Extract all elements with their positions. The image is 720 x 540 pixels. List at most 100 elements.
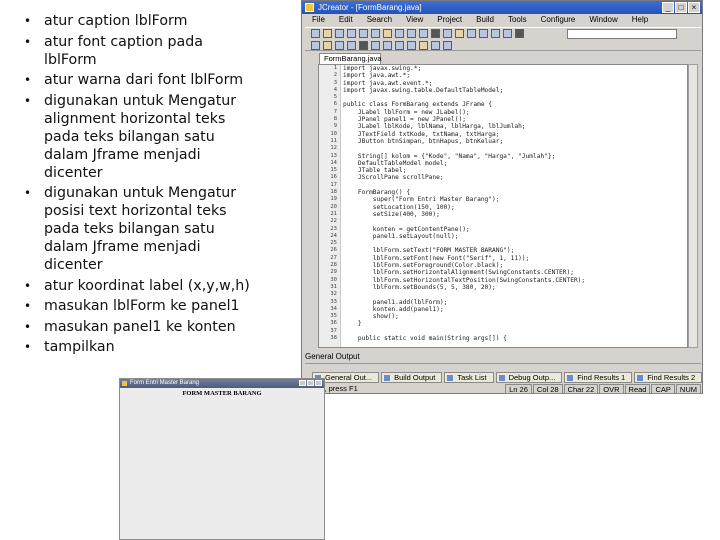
line-number: 36 — [330, 320, 337, 327]
menu-window[interactable]: Window — [589, 14, 617, 26]
save-icon[interactable] — [335, 29, 344, 38]
tab-build-output[interactable]: Build Output — [381, 372, 443, 383]
toolbar-search-input[interactable] — [567, 29, 677, 39]
bullet-item: • atur caption lblForm — [24, 13, 188, 29]
redo-icon[interactable] — [407, 29, 416, 38]
binoculars-icon[interactable] — [515, 29, 524, 38]
compile-icon[interactable] — [431, 29, 440, 38]
preview-maximize-icon[interactable] — [307, 380, 314, 386]
indent-icon[interactable] — [479, 29, 488, 38]
cut-icon[interactable] — [359, 29, 368, 38]
line-number: 6 — [333, 101, 337, 108]
line-number: 27 — [330, 254, 337, 261]
line-number: 25 — [330, 240, 337, 247]
status-line: Ln 26 — [505, 384, 532, 394]
line-number: 3 — [333, 79, 337, 86]
code-line: } — [343, 320, 362, 328]
execute-icon[interactable] — [443, 29, 452, 38]
line-number-gutter: 1 2 3 4 5 6 7 8 9 10 11 12 13 14 15 16 17 18 19 20 21 22 23 24 2… — [319, 65, 341, 347]
menu-search[interactable]: Search — [367, 14, 392, 26]
line-number: 11 — [330, 137, 337, 144]
comment-icon[interactable] — [503, 29, 512, 38]
line-number: 23 — [330, 225, 337, 232]
toolbar-row-2 — [305, 41, 701, 52]
code-line: panel1.add(lblForm); — [343, 298, 448, 306]
stop-icon[interactable] — [359, 41, 368, 50]
code-line: DefaultTableModel model; — [343, 159, 448, 167]
breakpoint-icon[interactable] — [419, 41, 428, 50]
step-over-icon[interactable] — [395, 41, 404, 50]
copy-icon[interactable] — [371, 29, 380, 38]
menu-help[interactable]: Help — [632, 14, 648, 26]
line-number: 2 — [333, 72, 337, 79]
line-number: 19 — [330, 196, 337, 203]
code-line: FormBarang() { — [343, 189, 411, 197]
tab-debug-output[interactable]: Debug Outp... — [495, 372, 563, 383]
bullet-item: • atur koordinat label (x,y,w,h) — [24, 277, 250, 294]
tools-icon[interactable] — [443, 41, 452, 50]
status-col: Col 28 — [532, 384, 563, 394]
tab-find-results-1[interactable]: Find Results 1 — [564, 372, 633, 383]
bullet-item: • atur font caption pada lblForm — [24, 33, 203, 68]
code-line: import java.awt.event.*; — [343, 79, 433, 87]
file-tab[interactable]: FormBarang.java — [319, 53, 382, 64]
line-number: 8 — [333, 116, 337, 123]
menu-project[interactable]: Project — [437, 14, 462, 26]
line-number: 17 — [330, 181, 337, 188]
line-number: 38 — [330, 334, 337, 341]
bullet-item: • digunakan untuk Mengatur alignment hori… — [24, 92, 237, 181]
tab-task-list[interactable]: Task List — [444, 372, 494, 383]
code-line: public class FormBarang extends JFrame { — [343, 101, 493, 109]
watch-icon[interactable] — [431, 41, 440, 50]
code-line: super("Form Entri Master Barang"); — [343, 196, 500, 204]
find-icon[interactable] — [419, 29, 428, 38]
preview-close-icon[interactable] — [315, 380, 322, 386]
bookmark-icon[interactable] — [467, 29, 476, 38]
line-number: 29 — [330, 269, 337, 276]
open-file-icon[interactable] — [323, 29, 332, 38]
code-editor[interactable]: 1 2 3 4 5 6 7 8 9 10 11 12 13 14 15 16 17 18 19 20 21 22 23 24 2… — [318, 64, 688, 348]
save-all-icon[interactable] — [347, 29, 356, 38]
line-number: 34 — [330, 305, 337, 312]
paste-icon[interactable] — [383, 29, 392, 38]
build-icon[interactable] — [335, 41, 344, 50]
step-into-icon[interactable] — [383, 41, 392, 50]
menu-configure[interactable]: Configure — [541, 14, 576, 26]
code-line: show(); — [343, 313, 399, 321]
menu-file[interactable]: File — [312, 14, 325, 26]
preview-title: Form Entri Master Barang — [130, 380, 200, 386]
new-file-icon[interactable] — [311, 29, 320, 38]
line-number: 16 — [330, 174, 337, 181]
project-icon[interactable] — [311, 41, 320, 50]
code-lines: import javax.swing.*; import java.awt.*; i… — [343, 65, 687, 342]
menu-tools[interactable]: Tools — [508, 14, 527, 26]
editor-scrollbar[interactable] — [688, 64, 698, 348]
code-line: import javax.swing.table.DefaultTableMod… — [343, 86, 504, 94]
maximize-icon[interactable]: □ — [675, 2, 687, 13]
tab-find-results-2[interactable]: Find Results 2 — [634, 372, 703, 383]
menu-view[interactable]: View — [406, 14, 423, 26]
minimize-icon[interactable]: _ — [662, 2, 674, 13]
menu-build[interactable]: Build — [476, 14, 494, 26]
debug-icon[interactable] — [455, 29, 464, 38]
code-line: JScrollPane scrollPane; — [343, 174, 444, 182]
outdent-icon[interactable] — [491, 29, 500, 38]
line-number: 4 — [333, 86, 337, 93]
rebuild-icon[interactable] — [347, 41, 356, 50]
menu-edit[interactable]: Edit — [339, 14, 353, 26]
step-out-icon[interactable] — [407, 41, 416, 50]
ide-title: JCreator - [FormBarang.java] — [318, 3, 422, 12]
preview-titlebar: Form Entri Master Barang — [120, 379, 324, 388]
close-icon[interactable]: × — [688, 2, 700, 13]
undo-icon[interactable] — [395, 29, 404, 38]
run-icon[interactable] — [371, 41, 380, 50]
code-line: import java.awt.*; — [343, 72, 411, 80]
workspace-icon[interactable] — [323, 41, 332, 50]
code-line: konten.add(panel1); — [343, 305, 444, 313]
line-number: 5 — [333, 94, 337, 101]
preview-minimize-icon[interactable] — [299, 380, 306, 386]
line-number: 35 — [330, 313, 337, 320]
